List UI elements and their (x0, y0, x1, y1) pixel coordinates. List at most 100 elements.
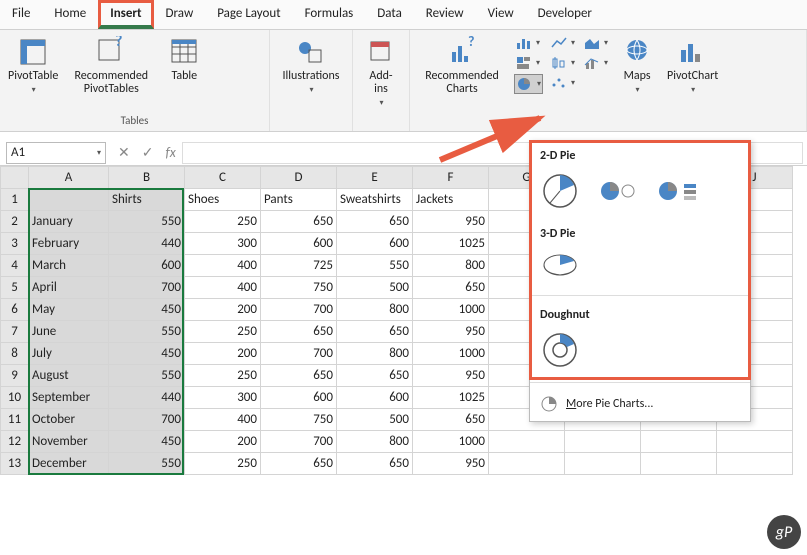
maps-button[interactable]: Maps ▾ (615, 34, 659, 97)
recommended-charts-button[interactable]: ? Recommended Charts (416, 34, 508, 98)
cell[interactable]: 600 (261, 387, 337, 409)
cell[interactable]: 450 (109, 343, 185, 365)
more-pie-charts[interactable]: More Pie Charts... (530, 387, 750, 421)
row-header[interactable]: 7 (1, 321, 29, 343)
cell[interactable]: 250 (185, 365, 261, 387)
pie-chart-button[interactable]: ▾ (514, 74, 543, 94)
cell[interactable]: 800 (337, 431, 413, 453)
cell[interactable]: 1000 (413, 431, 489, 453)
col-header[interactable]: F (413, 167, 489, 189)
select-all[interactable] (1, 167, 29, 189)
cell[interactable]: 400 (185, 409, 261, 431)
cell[interactable]: 200 (185, 299, 261, 321)
cell[interactable]: 700 (261, 431, 337, 453)
row-header[interactable]: 13 (1, 453, 29, 475)
cell[interactable]: 800 (337, 299, 413, 321)
cell[interactable]: 650 (413, 277, 489, 299)
cell[interactable]: December (29, 453, 109, 475)
cell[interactable]: 300 (185, 233, 261, 255)
cell[interactable]: 950 (413, 365, 489, 387)
row-header[interactable]: 4 (1, 255, 29, 277)
cell[interactable]: 1000 (413, 343, 489, 365)
cancel-icon[interactable]: ✕ (112, 144, 136, 161)
cell[interactable]: 1025 (413, 387, 489, 409)
cell[interactable]: 450 (109, 431, 185, 453)
cell[interactable]: 650 (337, 365, 413, 387)
doughnut-option[interactable] (540, 330, 580, 374)
col-header[interactable]: D (261, 167, 337, 189)
cell[interactable]: Jackets (413, 189, 489, 211)
statistic-chart-button[interactable]: ▾ (549, 54, 576, 72)
row-header[interactable]: 5 (1, 277, 29, 299)
row-header[interactable]: 1 (1, 189, 29, 211)
enter-icon[interactable]: ✓ (136, 144, 160, 161)
cell[interactable]: Sweatshirts (337, 189, 413, 211)
tab-view[interactable]: View (476, 0, 526, 29)
cell[interactable]: 700 (109, 409, 185, 431)
combo-chart-button[interactable]: ▾ (582, 54, 609, 72)
cell[interactable]: 950 (413, 211, 489, 233)
pivottable-button[interactable]: PivotTable ▾ (6, 34, 60, 97)
tab-page-layout[interactable]: Page Layout (205, 0, 292, 29)
cell[interactable]: 250 (185, 321, 261, 343)
cell[interactable]: 200 (185, 343, 261, 365)
table-button[interactable]: Table (162, 34, 206, 85)
col-header[interactable]: B (109, 167, 185, 189)
cell[interactable]: 400 (185, 277, 261, 299)
tab-file[interactable]: File (0, 0, 42, 29)
addins-button[interactable]: Add- ins ▾ (359, 34, 403, 110)
line-chart-button[interactable]: ▾ (549, 34, 576, 52)
cell[interactable]: March (29, 255, 109, 277)
cell[interactable]: 500 (337, 277, 413, 299)
cell[interactable]: 800 (337, 343, 413, 365)
tab-developer[interactable]: Developer (526, 0, 604, 29)
cell[interactable]: 650 (413, 409, 489, 431)
col-header[interactable]: A (29, 167, 109, 189)
tab-review[interactable]: Review (414, 0, 476, 29)
cell[interactable]: 550 (109, 321, 185, 343)
cell[interactable]: August (29, 365, 109, 387)
tab-draw[interactable]: Draw (154, 0, 206, 29)
cell[interactable]: 750 (261, 277, 337, 299)
cell[interactable]: 550 (109, 453, 185, 475)
cell[interactable]: 550 (109, 211, 185, 233)
row-header[interactable]: 3 (1, 233, 29, 255)
cell[interactable]: 440 (109, 387, 185, 409)
cell[interactable]: 600 (261, 233, 337, 255)
cell[interactable]: 200 (185, 431, 261, 453)
pie-exploded-option[interactable] (598, 176, 638, 210)
cell[interactable]: 650 (337, 211, 413, 233)
row-header[interactable]: 6 (1, 299, 29, 321)
pie-2d-option[interactable] (540, 171, 580, 215)
cell[interactable]: Shirts (109, 189, 185, 211)
cell[interactable]: 250 (185, 453, 261, 475)
column-chart-button[interactable]: ▾ (514, 34, 543, 52)
cell[interactable]: 750 (261, 409, 337, 431)
cell[interactable]: 800 (413, 255, 489, 277)
cell[interactable]: July (29, 343, 109, 365)
cell[interactable]: 300 (185, 387, 261, 409)
row-header[interactable]: 9 (1, 365, 29, 387)
col-header[interactable]: E (337, 167, 413, 189)
pivotchart-button[interactable]: PivotChart ▾ (665, 34, 720, 97)
cell[interactable]: 600 (337, 233, 413, 255)
row-header[interactable]: 10 (1, 387, 29, 409)
cell[interactable]: 1025 (413, 233, 489, 255)
row-header[interactable]: 2 (1, 211, 29, 233)
area-chart-button[interactable]: ▾ (582, 34, 609, 52)
fx-button[interactable]: fx (159, 144, 181, 161)
hierarchy-chart-button[interactable]: ▾ (514, 54, 543, 72)
cell[interactable]: Pants (261, 189, 337, 211)
tab-data[interactable]: Data (365, 0, 414, 29)
tab-insert[interactable]: Insert (98, 0, 153, 29)
row-header[interactable]: 12 (1, 431, 29, 453)
cell[interactable]: Shoes (185, 189, 261, 211)
cell[interactable]: 550 (109, 365, 185, 387)
cell[interactable]: 650 (261, 453, 337, 475)
cell[interactable]: 950 (413, 321, 489, 343)
cell[interactable]: 400 (185, 255, 261, 277)
name-box[interactable]: A1 ▾ (6, 142, 106, 164)
recommended-pivottables-button[interactable]: ? Recommended PivotTables (66, 34, 156, 98)
cell[interactable]: 450 (109, 299, 185, 321)
cell[interactable]: February (29, 233, 109, 255)
